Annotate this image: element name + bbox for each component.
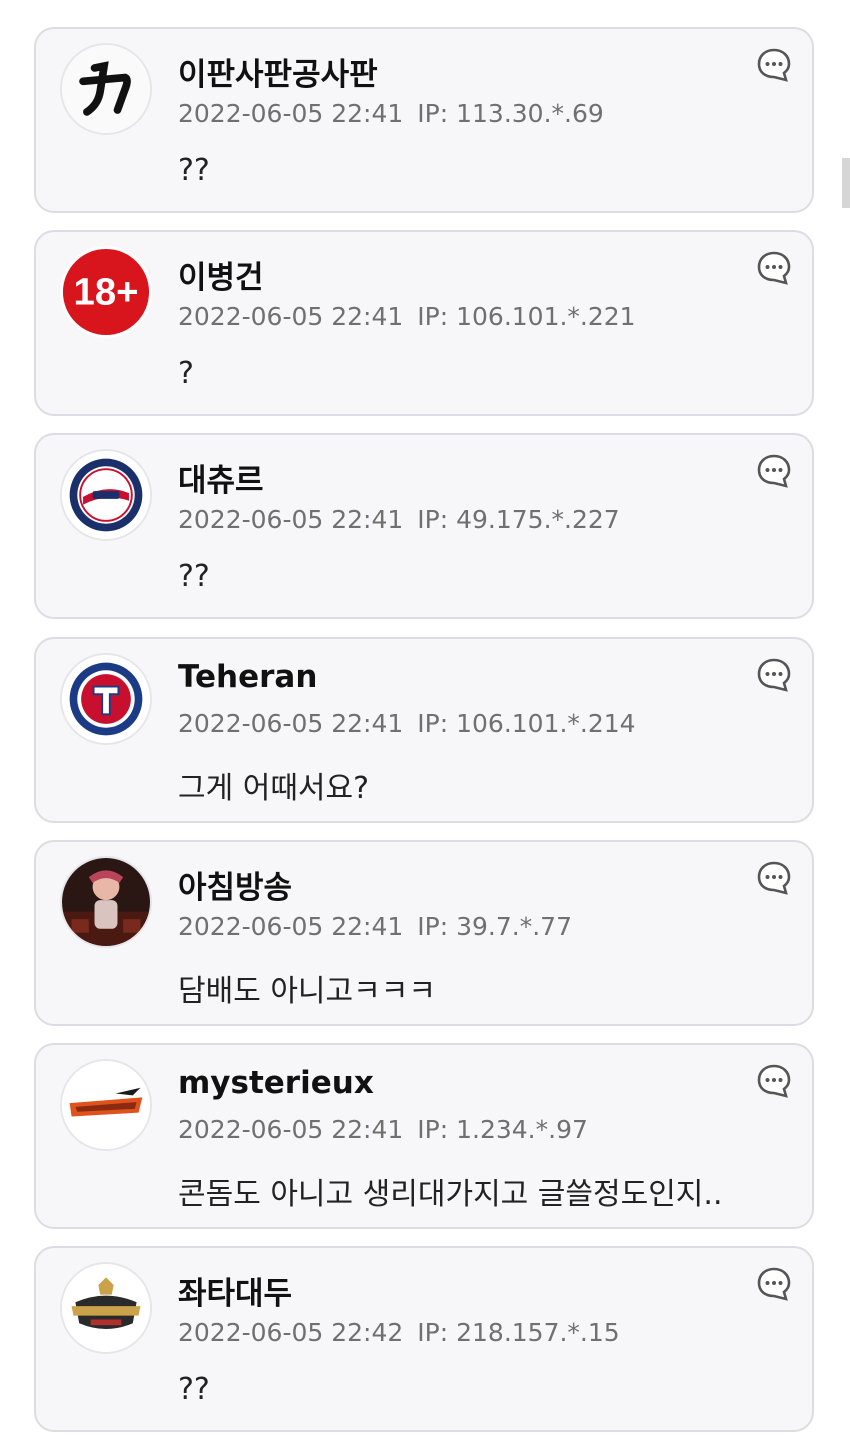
comment-text: 담배도 아니고ㅋㅋㅋ (178, 974, 436, 1009)
age-18-plus-icon: 18+ (62, 248, 150, 336)
calligraphy-logo-icon (62, 45, 150, 133)
avatar[interactable] (60, 856, 152, 948)
speech-bubble-icon[interactable] (756, 1266, 792, 1302)
speech-bubble-icon[interactable] (756, 657, 792, 693)
comment-date: 2022-06-05 22:41 (178, 1115, 404, 1144)
photo-avatar-icon (62, 858, 150, 946)
comment-ip: IP: 49.175.*.227 (417, 505, 620, 534)
avatar[interactable] (60, 449, 152, 541)
comment-text: ?? (178, 559, 210, 594)
comment-ip: IP: 218.157.*.15 (417, 1318, 620, 1347)
comment-ip: IP: 1.234.*.97 (417, 1115, 588, 1144)
age-badge-label: 18+ (74, 270, 139, 313)
comment-author[interactable]: Teheran (178, 659, 317, 695)
speech-bubble-icon[interactable] (756, 250, 792, 286)
comment-list: 이판사판공사판 2022-06-05 22:41 IP: 113.30.*.69 … (0, 0, 850, 1437)
comment-date: 2022-06-05 22:41 (178, 302, 404, 331)
comment-date: 2022-06-05 22:41 (178, 505, 404, 534)
comment-date: 2022-06-05 22:41 (178, 709, 404, 738)
comment-author[interactable]: mysterieux (178, 1065, 374, 1101)
comment-author[interactable]: 좌타대두 (178, 1268, 292, 1313)
comment-date: 2022-06-05 22:42 (178, 1318, 404, 1347)
comment-meta: 2022-06-05 22:41 IP: 1.234.*.97 (178, 1115, 588, 1144)
comment-card[interactable]: 좌타대두 2022-06-05 22:42 IP: 218.157.*.15 ?? (34, 1246, 814, 1432)
comment-text: 그게 어때서요? (178, 771, 370, 806)
scroll-indicator[interactable] (842, 158, 850, 208)
comment-card[interactable]: mysterieux 2022-06-05 22:41 IP: 1.234.*.9… (34, 1043, 814, 1229)
comment-card[interactable]: 아침방송 2022-06-05 22:41 IP: 39.7.*.77 담배도 아… (34, 840, 814, 1026)
comment-date: 2022-06-05 22:41 (178, 99, 404, 128)
speech-bubble-icon[interactable] (756, 860, 792, 896)
avatar[interactable] (60, 43, 152, 135)
comment-ip: IP: 39.7.*.77 (417, 912, 572, 941)
avatar[interactable]: 18+ (60, 246, 152, 338)
comment-meta: 2022-06-05 22:41 IP: 39.7.*.77 (178, 912, 572, 941)
eagles-logo-icon (62, 1061, 150, 1149)
avatar[interactable] (60, 1059, 152, 1151)
avatar[interactable] (60, 653, 152, 745)
comment-meta: 2022-06-05 22:41 IP: 106.101.*.214 (178, 709, 636, 738)
comment-meta: 2022-06-05 22:41 IP: 113.30.*.69 (178, 99, 604, 128)
champions-logo-icon (62, 1264, 150, 1352)
comment-ip: IP: 113.30.*.69 (417, 99, 604, 128)
comment-author[interactable]: 이판사판공사판 (178, 49, 378, 94)
speech-bubble-icon[interactable] (756, 47, 792, 83)
comment-author[interactable]: 아침방송 (178, 862, 292, 907)
comment-text: ? (178, 356, 194, 391)
comment-text: ?? (178, 1372, 210, 1407)
comment-author[interactable]: 대츄르 (178, 455, 264, 500)
comment-author[interactable]: 이병건 (178, 252, 264, 297)
speech-bubble-icon[interactable] (756, 1063, 792, 1099)
comment-meta: 2022-06-05 22:41 IP: 106.101.*.221 (178, 302, 636, 331)
comment-card[interactable]: 18+ 이병건 2022-06-05 22:41 IP: 106.101.*.22… (34, 230, 814, 416)
comment-ip: IP: 106.101.*.214 (417, 709, 636, 738)
rangers-logo-icon (62, 655, 150, 743)
comment-meta: 2022-06-05 22:42 IP: 218.157.*.15 (178, 1318, 620, 1347)
comment-ip: IP: 106.101.*.221 (417, 302, 636, 331)
comment-meta: 2022-06-05 22:41 IP: 49.175.*.227 (178, 505, 620, 534)
speech-bubble-icon[interactable] (756, 453, 792, 489)
avatar[interactable] (60, 1262, 152, 1354)
comment-card[interactable]: 이판사판공사판 2022-06-05 22:41 IP: 113.30.*.69 … (34, 27, 814, 213)
twins-logo-icon (62, 451, 150, 539)
comment-card[interactable]: Teheran 2022-06-05 22:41 IP: 106.101.*.21… (34, 637, 814, 823)
comment-date: 2022-06-05 22:41 (178, 912, 404, 941)
comment-card[interactable]: 대츄르 2022-06-05 22:41 IP: 49.175.*.227 ?? (34, 433, 814, 619)
comment-text: 콘돔도 아니고 생리대가지고 글쓸정도인지.. (178, 1177, 723, 1212)
comment-text: ?? (178, 153, 210, 188)
